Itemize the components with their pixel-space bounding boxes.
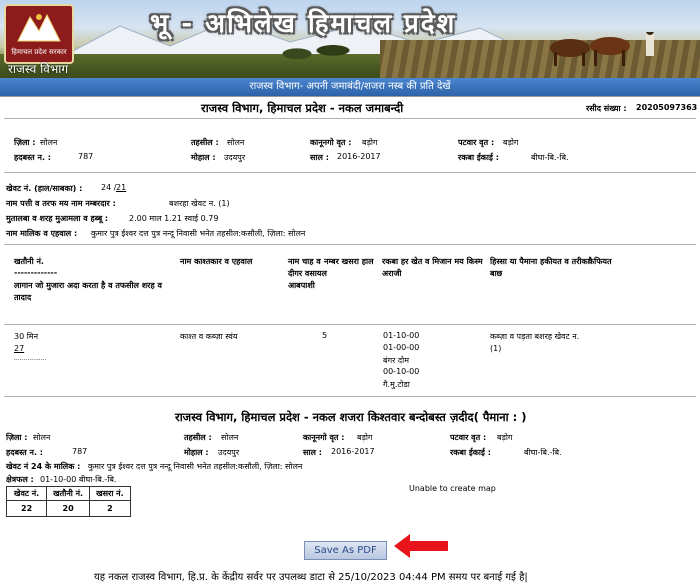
district-label: ज़िला : <box>14 138 36 147</box>
kanungo-label: कानूनगो वृत : <box>310 138 352 147</box>
khewat-label: खेवट नं. (हाल/साबका) : <box>6 184 83 193</box>
tehsil-label: तहसील : <box>191 138 219 147</box>
cell-rakba-3: बंगर दोम <box>383 356 409 365</box>
divider <box>4 172 696 173</box>
cell-rakba-5: गै.मु.टोडा <box>383 380 410 389</box>
shajra-rakba-label: रकबा ईकाई : <box>450 448 491 457</box>
rakba-value: बीघा-बि.-बि. <box>531 153 569 162</box>
th-khewat: खेवट नं. <box>5 486 48 501</box>
shajra-kanungo-value: बड़ोग <box>357 433 373 442</box>
hadbast-label: हदबस्त न. : <box>14 153 51 162</box>
dept-label: राजस्व विभाग <box>8 62 69 76</box>
cell-kashtkar: काश्त व कब्ज़ा स्वंय <box>180 332 238 341</box>
shajra-owner-value: कुमार पुत्र ईश्वर दत्त पुत्र नन्दू निवास… <box>88 462 303 471</box>
logo-caption: हिमाचल प्रदेश सरकार <box>11 48 67 56</box>
shajra-patwar-label: पटवार वृत : <box>450 433 487 442</box>
kanungo-value: बड़ोग <box>362 138 378 147</box>
col-khasra: नम्बर खसरा हाल <box>324 257 374 266</box>
owner-value: कुमार पुत्र ईश्वर दत्त पुत्र नन्दू निवास… <box>91 229 306 238</box>
shajra-hadbast-value: 787 <box>72 447 88 456</box>
divider <box>4 324 696 325</box>
col-kaifiyat: कैफियत <box>588 257 612 266</box>
mohal-label: मोहाल : <box>191 153 216 162</box>
shajra-tehsil-value: सोलन <box>221 433 239 442</box>
district-value: सोलन <box>40 138 58 147</box>
cell-hissa: कब्ज़ा व पड़ता बशरह खेवट न.(1) <box>490 332 580 353</box>
patwar-value: बड़ोग <box>503 138 519 147</box>
mutabala-value: 2.00 माल 1.21 स्वाई 0.79 <box>129 214 219 223</box>
shajra-owner-label: खेवट नं 24 के मालिक : <box>6 462 81 471</box>
header-banner: हिमाचल प्रदेश सरकार राजस्व विभाग भू - अभ… <box>0 0 700 78</box>
tehsil-value: सोलन <box>227 138 245 147</box>
area-label: क्षेत्रफल : <box>6 475 34 484</box>
shajra-hadbast-label: हदबस्त न. : <box>6 448 43 457</box>
hadbast-value: 787 <box>78 152 94 161</box>
jamabandi-title: राजस्व विभाग, हिमाचल प्रदेश - नकल जमाबन्… <box>201 101 404 115</box>
col-kashtkar: नाम काश्तकार व एहवाल <box>180 257 253 266</box>
shajra-patwar-value: बड़ोग <box>497 433 513 442</box>
footer-note: यह नकल राजस्व विभाग, हि.प्र. के केंद्रीय… <box>94 572 528 583</box>
th-khatoni: खतौनी नं. <box>46 486 91 501</box>
site-title: भू - अभिलेख हिमाचल प्रदेश <box>150 9 457 39</box>
td-khasra: 2 <box>89 500 131 517</box>
shajra-tehsil-label: तहसील : <box>184 433 212 442</box>
divider <box>4 118 696 119</box>
shajra-kanungo-label: कानूनगो वृत : <box>303 433 345 442</box>
khatoni-link[interactable]: 27 <box>14 344 24 353</box>
saal-label: साल : <box>310 153 329 162</box>
col-hissa: हिस्सा या पैमाना हकीयत व तरीका बाछ <box>490 257 590 278</box>
area-value: 01-10-00 बीघा-बि.-बि. <box>40 475 117 484</box>
th-khasra: खसरा नं. <box>89 486 131 501</box>
mohal-value: उदयपुर <box>224 153 246 162</box>
mutabala-label: मुतालबा व शरह मुआमला व हब्बू : <box>6 214 109 223</box>
nav-link-jamabandi[interactable]: राजस्व विभाग- अपनी जमाबंदी/शजरा नस्ब की … <box>0 78 700 97</box>
cell-dots: ................. <box>14 355 47 362</box>
cell-rakba-1: 01-10-00 <box>383 331 420 340</box>
col-lagaan: लागान जो मुजारा अदा करता है व तफसील शरह … <box>14 281 162 302</box>
shajra-saal-value: 2016-2017 <box>331 447 375 456</box>
col-khatoni: खतौनी नं. <box>14 257 44 266</box>
shajra-title: राजस्व विभाग, हिमाचल प्रदेश - नकल शजरा क… <box>175 410 527 424</box>
saal-value: 2016-2017 <box>337 152 381 161</box>
shajra-mohal-label: मोहाल : <box>184 448 209 457</box>
shajra-district-label: ज़िला : <box>6 433 28 442</box>
shajra-mohal-value: उदयपुर <box>218 448 240 457</box>
khewat-link[interactable]: 21 <box>116 183 126 192</box>
cell-khasra: 5 <box>322 331 328 340</box>
receipt-number: 20205097363 <box>636 103 698 112</box>
col-dashes: ------------- <box>14 268 58 277</box>
map-message: Unable to create map <box>409 484 496 493</box>
shajra-district-value: सोलन <box>33 433 51 442</box>
td-khewat: 22 <box>5 500 48 517</box>
owner-label: नाम मालिक व एहवाल : <box>6 229 78 238</box>
cell-rakba-4: 00-10-00 <box>383 367 420 376</box>
khewat-summary-table: खेवट नं. खतौनी नं. खसरा नं. 22 20 2 <box>5 486 131 517</box>
emblem-icon <box>17 13 61 42</box>
cell-rakba-2: 01-00-00 <box>383 343 420 352</box>
patti-label: नाम पत्ती व तरफ मय नाम नम्बरदार : <box>6 199 116 208</box>
khewat-value: 24 / <box>101 183 117 192</box>
hp-govt-logo: हिमाचल प्रदेश सरकार <box>4 4 74 64</box>
shajra-saal-label: साल : <box>303 448 322 457</box>
divider <box>4 396 696 397</box>
cell-khatoni: 30 मिन <box>14 332 39 341</box>
patti-value: बशरहा खेवट न. (1) <box>169 199 230 208</box>
receipt-label: रसीद संख्या : <box>586 104 627 113</box>
td-khatoni: 20 <box>46 500 91 517</box>
oxen-plough-image <box>550 32 654 66</box>
red-arrow-icon <box>394 534 448 558</box>
save-as-pdf-button[interactable]: Save As PDF <box>304 541 387 560</box>
shajra-rakba-value: बीघा-बि.-बि. <box>524 448 562 457</box>
divider <box>4 244 696 245</box>
patwar-label: पटवार वृत : <box>458 138 495 147</box>
col-rakba-kism: रकबा हर खेत व मिजान मय किस्म अराजी <box>382 257 483 278</box>
rakba-label: रकबा ईकाई : <box>458 153 499 162</box>
